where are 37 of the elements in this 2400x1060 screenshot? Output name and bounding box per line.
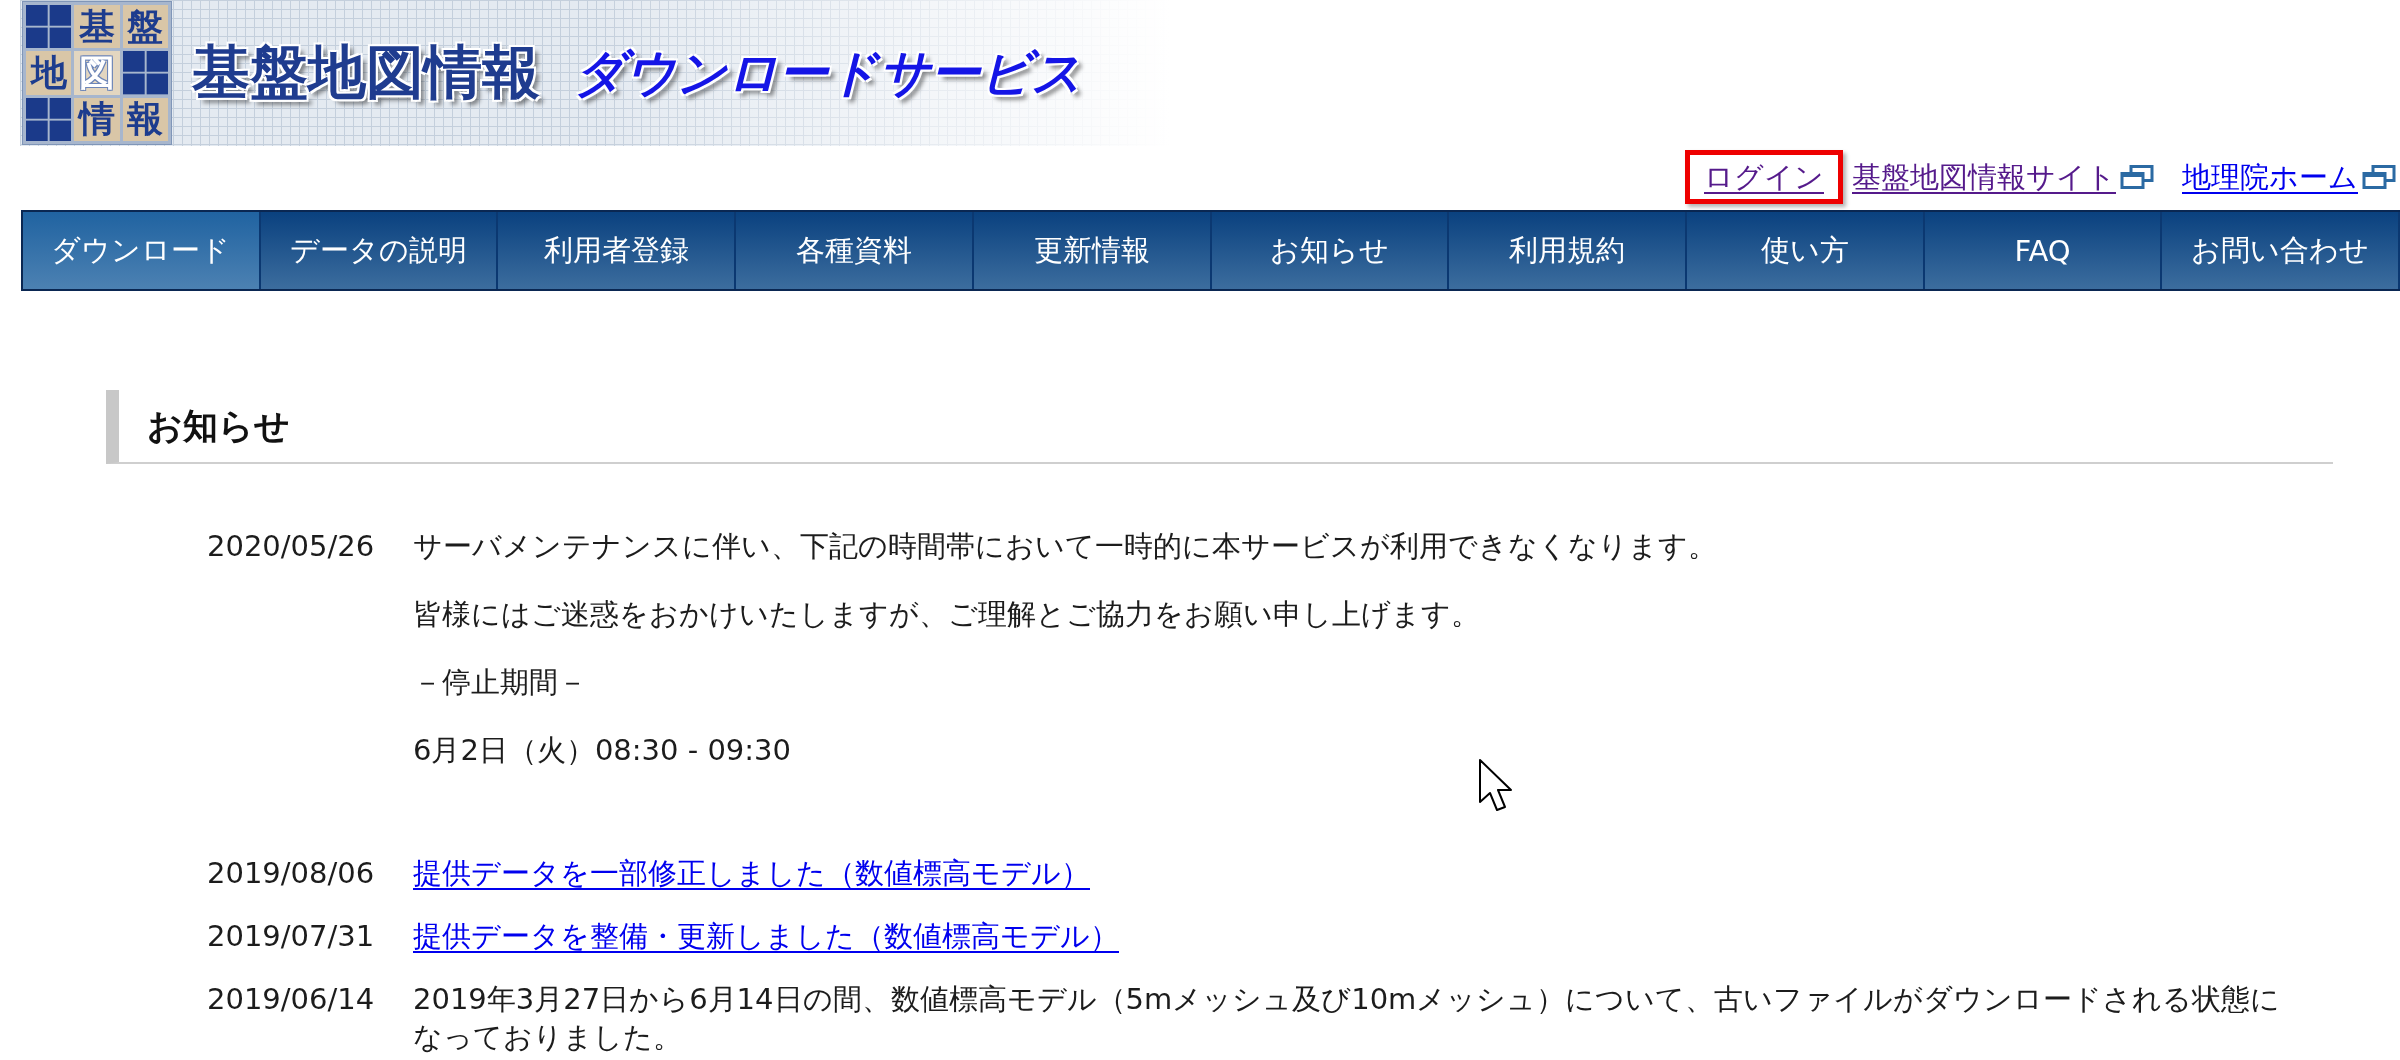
notice-link[interactable]: 提供データを一部修正しました（数値標高モデル） [413, 854, 1090, 892]
grid-tile-icon [26, 97, 72, 141]
notice-text: サーバメンテナンスに伴い、下記の時間帯において一時的に本サービスが利用できなくなります。 [413, 528, 1717, 565]
section-heading: お知らせ [106, 390, 2333, 464]
nav-tab[interactable]: ダウンロード [23, 212, 261, 289]
nav-tab[interactable]: 各種資料 [736, 212, 974, 289]
nav-tab[interactable]: FAQ [1924, 212, 2163, 289]
notice-text: 皆様にはご迷惑をおかけいたしますが、ご理解とご協力をお願い申し上げます。 [413, 596, 1480, 633]
header-link[interactable]: 地理院ホーム [2182, 158, 2396, 196]
nav-tab[interactable]: お知らせ [1211, 212, 1450, 289]
notice-date: 2019/06/14 [207, 981, 375, 1018]
nav-tab[interactable]: データの説明 [260, 212, 499, 289]
logo-character: 地 [26, 51, 72, 95]
notice-date: 2020/05/26 [207, 528, 375, 565]
notice-text: －停止期間－ [413, 664, 587, 701]
logo-character: 基 [74, 5, 120, 49]
nav-tab[interactable]: 使い方 [1686, 212, 1925, 289]
logo-character: 図 [74, 51, 120, 95]
nav-tab[interactable]: 更新情報 [973, 212, 1212, 289]
logo-character: 情 [74, 97, 120, 141]
cursor-icon [1478, 758, 1514, 814]
notice-text: 2019年3月27日から6月14日の間、数値標高モデル（5mメッシュ及び10mメッシュ）について、古いファイルがダウンロードされる状態になっておりました。 [413, 981, 2282, 1056]
notice-link[interactable]: 提供データを整備・更新しました（数値標高モデル） [413, 917, 1119, 955]
nav-tab[interactable]: 利用規約 [1449, 212, 1687, 289]
notice-date: 2019/07/31 [207, 918, 375, 955]
header-link[interactable]: 基盤地図情報サイト [1852, 158, 2154, 196]
site-title: 基盤地図情報 [192, 41, 540, 105]
site-subtitle: ダウンロードサービス [574, 45, 1082, 101]
header-link[interactable]: ログイン [1685, 150, 1843, 204]
nav-tab[interactable]: お問い合わせ [2162, 212, 2400, 289]
nav-tab[interactable]: 利用者登録 [498, 212, 737, 289]
logo-character: 盤 [122, 5, 168, 49]
notice-date: 2019/08/06 [207, 855, 375, 892]
logo-character: 報 [122, 97, 168, 141]
grid-tile-icon [26, 5, 72, 49]
grid-tile-icon [122, 51, 168, 95]
notice-text: 6月2日（火）08:30 - 09:30 [413, 732, 791, 769]
